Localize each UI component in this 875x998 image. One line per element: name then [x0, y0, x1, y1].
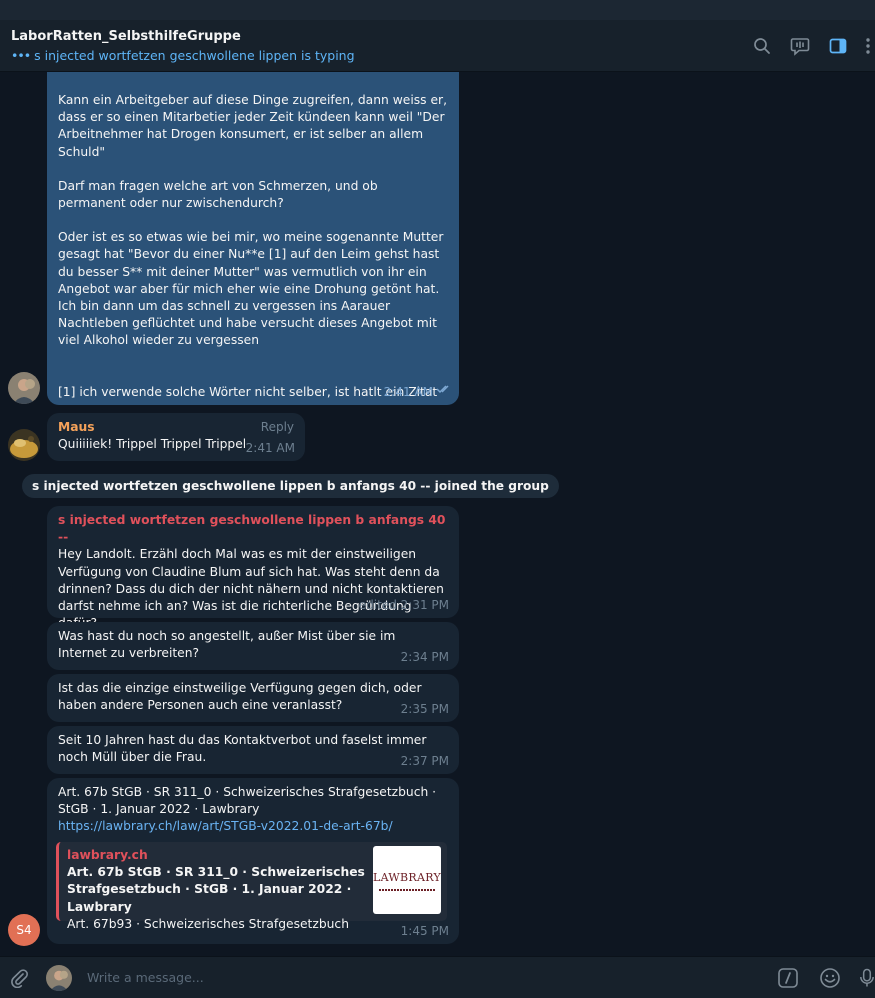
- logo-underline: [379, 888, 435, 891]
- lawbrary-logo: LAWBRARY: [372, 871, 442, 885]
- emoji-icon[interactable]: [818, 966, 842, 990]
- sender-name[interactable]: s injected wortfetzen geschwollene lippe…: [58, 512, 448, 546]
- reply-button[interactable]: Reply: [261, 419, 294, 436]
- search-icon[interactable]: [751, 35, 773, 57]
- message-text: Art. 67b StGB · SR 311_0 · Schweizerisch…: [58, 785, 437, 817]
- message-time: 2:37 PM: [400, 753, 449, 768]
- send-as-avatar[interactable]: [46, 965, 72, 991]
- message-time: 2:35 PM: [400, 701, 449, 716]
- message-bubble-group[interactable]: Was hast du noch so angestellt, außer Mi…: [47, 622, 459, 670]
- message-input[interactable]: Write a message...: [87, 970, 204, 985]
- message-text: Ist das die einzige einstweilige Verfügu…: [58, 681, 422, 713]
- window-top-strip: [0, 0, 875, 20]
- message-link[interactable]: https://lawbrary.ch/law/art/STGB-v2022.0…: [58, 818, 448, 835]
- message-text: Kann ein Arbeitgeber auf diese Dinge zug…: [58, 93, 447, 159]
- voice-chat-icon[interactable]: [789, 35, 811, 57]
- message-bubble-maus[interactable]: Maus Reply Quiiiiiek! Trippel Trippel Tr…: [47, 413, 305, 461]
- typing-dots-icon: •••: [11, 48, 31, 63]
- message-text: Oder ist es so etwas wie bei mir, wo mei…: [58, 230, 444, 348]
- message-list[interactable]: Kann ein Arbeitgeber auf diese Dinge zug…: [0, 72, 875, 956]
- message-bubble-group[interactable]: s injected wortfetzen geschwollene lippe…: [47, 506, 459, 630]
- message-time: 2:41 AM: [383, 384, 433, 399]
- link-preview[interactable]: lawbrary.ch Art. 67b StGB · SR 311_0 · S…: [56, 842, 447, 931]
- message-time: 2:41 AM: [245, 440, 295, 455]
- avatar[interactable]: [8, 372, 40, 404]
- preview-description: Art. 67b93 · Schweizerisches Strafgesetz…: [67, 916, 349, 931]
- message-composer: Write a message...: [0, 956, 875, 998]
- read-checkmarks-icon: [436, 382, 452, 399]
- message-bubble-group-link[interactable]: Art. 67b StGB · SR 311_0 · Schweizerisch…: [47, 778, 459, 944]
- sidebar-toggle-icon[interactable]: [827, 35, 849, 57]
- service-message-joined: s injected wortfetzen geschwollene lippe…: [22, 474, 559, 498]
- preview-thumbnail[interactable]: LAWBRARY: [373, 846, 441, 914]
- message-bubble-own[interactable]: Kann ein Arbeitgeber auf diese Dinge zug…: [47, 72, 459, 405]
- attach-icon[interactable]: [7, 966, 31, 990]
- message-text: Was hast du noch so angestellt, außer Mi…: [58, 629, 396, 661]
- message-text: Seit 10 Jahren hast du das Kontaktverbot…: [58, 733, 427, 765]
- sender-name[interactable]: Maus: [58, 419, 294, 436]
- chat-title[interactable]: LaborRatten_SelbsthilfeGruppe: [11, 29, 241, 44]
- message-time: 1:45 PM: [400, 923, 449, 938]
- microphone-icon[interactable]: [858, 966, 875, 990]
- more-menu-icon[interactable]: [861, 35, 875, 57]
- message-bubble-group[interactable]: Seit 10 Jahren hast du das Kontaktverbot…: [47, 726, 459, 774]
- message-text: Darf man fragen welche art von Schmerzen…: [58, 178, 378, 211]
- preview-title: Art. 67b StGB · SR 311_0 · Schweizerisch…: [67, 865, 365, 914]
- typing-text: s injected wortfetzen geschwollene lippe…: [34, 48, 355, 63]
- message-time: edited 2:31 PM: [358, 597, 449, 612]
- bot-commands-icon[interactable]: [776, 966, 800, 990]
- chat-header: LaborRatten_SelbsthilfeGruppe ••• s inje…: [0, 20, 875, 72]
- message-text: Hey Landolt. Erzähl doch Mal was es mit …: [58, 547, 444, 630]
- message-time: 2:34 PM: [400, 649, 449, 664]
- avatar[interactable]: S4: [8, 914, 40, 946]
- avatar[interactable]: [8, 429, 40, 461]
- message-bubble-group[interactable]: Ist das die einzige einstweilige Verfügu…: [47, 674, 459, 722]
- typing-status: ••• s injected wortfetzen geschwollene l…: [11, 48, 355, 63]
